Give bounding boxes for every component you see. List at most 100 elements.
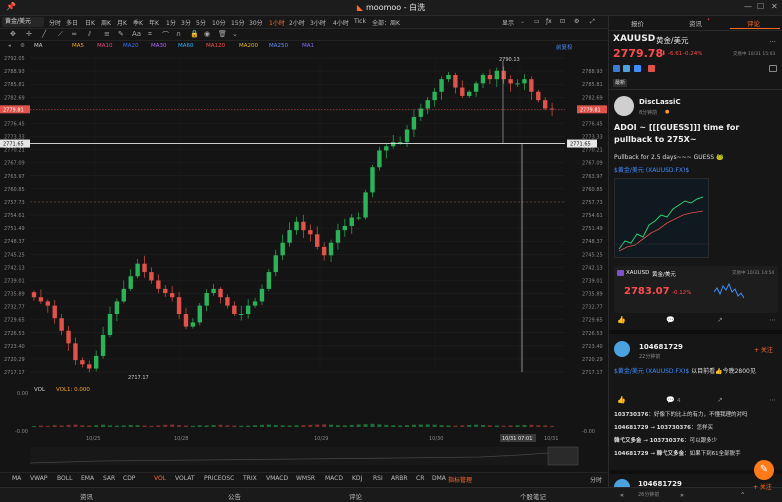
follow-button[interactable]: + 关注 xyxy=(754,345,773,354)
comment-user[interactable]: 韓弋又多金 xyxy=(614,438,642,444)
symbol-tab[interactable]: 黄金/美元 xyxy=(2,17,44,27)
navigator-window[interactable] xyxy=(547,446,579,466)
period-tab[interactable]: 5分 xyxy=(196,18,206,27)
period-tab[interactable]: 1分 xyxy=(166,18,176,27)
trash-icon[interactable]: 🗑 xyxy=(218,30,227,38)
more-icon[interactable]: ⋯ xyxy=(769,396,776,404)
indicator-tab[interactable]: WMSR xyxy=(296,475,315,482)
comment-row[interactable]: 104681729 → 103730376：怎样买 xyxy=(614,422,780,435)
quote-card[interactable]: XAUUSD 黄金/美元 交易中 10/31 14:54 2783.07 -0.… xyxy=(614,266,778,313)
maximize-icon[interactable]: ☐ xyxy=(757,2,764,11)
share-icon[interactable]: ↗ xyxy=(717,316,723,324)
settings-icon[interactable]: ⚙ xyxy=(574,18,579,25)
ma-legend-item[interactable]: MA250 xyxy=(269,43,288,49)
nav-announcements[interactable]: 公告 xyxy=(228,491,241,501)
ray-icon[interactable]: ⟋ xyxy=(58,30,63,39)
arc-icon[interactable]: ⌒ xyxy=(162,30,169,40)
share-icon[interactable] xyxy=(613,65,620,72)
ma-legend-item[interactable]: MA60 xyxy=(178,43,194,49)
crosshair-icon[interactable]: ✛ xyxy=(26,30,32,38)
nav-news[interactable]: 资讯 xyxy=(80,491,93,501)
period-tab[interactable]: 全部：周K xyxy=(372,18,400,27)
period-tab[interactable]: 分时 xyxy=(49,18,61,27)
indicator-tab[interactable]: VMACD xyxy=(266,475,288,482)
post-title[interactable]: ADOI ~ [[[GUESS]]] time for pullback to … xyxy=(614,122,780,146)
comment-user[interactable]: 104681729 xyxy=(614,425,648,431)
tab-comments[interactable]: 评论 xyxy=(747,18,760,28)
like-icon[interactable]: 👍 xyxy=(617,396,626,404)
link-icon[interactable] xyxy=(634,65,641,72)
magnet-icon[interactable]: ∩ xyxy=(176,30,181,38)
period-tab[interactable]: 2小时 xyxy=(289,18,305,27)
indicator-tab[interactable]: PRICEOSC xyxy=(204,475,234,482)
comment-user[interactable]: 103730376 xyxy=(614,412,648,418)
price-chart[interactable]: 2792.052788.932785.812782.692779.572776.… xyxy=(0,52,608,387)
settings-icon[interactable]: ⚙ xyxy=(20,43,25,49)
avatar[interactable] xyxy=(614,96,634,116)
comment-reply-to[interactable]: 103730376 xyxy=(650,438,684,444)
indicator-tab[interactable]: ARBR xyxy=(391,475,408,482)
period-tab[interactable]: 4小时 xyxy=(333,18,349,27)
indicator-tab[interactable]: CR xyxy=(416,475,424,482)
like-icon[interactable]: 👍 xyxy=(617,316,626,324)
indicator-icon[interactable]: ƒx xyxy=(546,18,552,25)
comment-icon[interactable]: 💬 xyxy=(666,316,675,324)
period-tab[interactable]: 10分 xyxy=(212,18,226,27)
comment-row[interactable]: 韓弋又多金 → 103730376：可以跟多少 xyxy=(614,435,780,448)
comment-row[interactable]: 103730376：好像下的比上的有力，不懂我理的对吗 xyxy=(614,409,780,422)
post-stock-tag[interactable]: $黄金/美元 (XAUUSD.FX)$ xyxy=(614,165,689,174)
chevron-right-icon[interactable]: » xyxy=(680,491,684,499)
period-tab[interactable]: 年K xyxy=(149,18,159,27)
ma-legend-item[interactable]: MA1 xyxy=(302,43,314,49)
line-icon[interactable]: ╱ xyxy=(42,30,46,38)
channel-icon[interactable]: ⫽ xyxy=(88,30,91,39)
period-tab[interactable]: 日K xyxy=(85,18,95,27)
indicator-tab[interactable]: TRIX xyxy=(243,475,257,482)
period-tab[interactable]: 1小时 xyxy=(269,18,285,27)
ma-legend-item[interactable]: MA200 xyxy=(239,43,258,49)
latest-tag[interactable]: 最新 xyxy=(613,79,628,87)
lock-icon[interactable]: 🔒 xyxy=(190,30,199,38)
period-tab[interactable]: 3小时 xyxy=(310,18,326,27)
ma-legend-item[interactable]: MA5 xyxy=(72,43,84,49)
fullscreen-icon[interactable]: ⤢ xyxy=(590,18,595,26)
adjust-label[interactable]: 前复权 xyxy=(556,43,573,51)
edit-icon[interactable] xyxy=(769,65,777,72)
text-icon[interactable]: Aa xyxy=(132,30,141,38)
chevron-icon[interactable]: ◂ xyxy=(8,43,11,49)
indicator-tab[interactable]: MA xyxy=(12,475,21,482)
ma-legend-item[interactable]: MA10 xyxy=(97,43,113,49)
indicator-tab[interactable]: VOLAT xyxy=(175,475,195,482)
indicator-tab[interactable]: SAR xyxy=(103,475,115,482)
chevron-down-icon[interactable]: ⌄ xyxy=(520,18,525,25)
eye-icon[interactable]: ◉ xyxy=(204,30,210,38)
period-tab[interactable]: Tick xyxy=(354,18,366,25)
post-username[interactable]: DiscLassiC xyxy=(639,98,681,106)
nav-comments[interactable]: 评论 xyxy=(349,491,362,501)
indicator-tab[interactable]: BOLL xyxy=(57,475,72,482)
copy-icon[interactable] xyxy=(623,65,630,72)
indicator-tab[interactable]: VOL xyxy=(154,475,166,482)
pen-icon[interactable]: ✎ xyxy=(118,30,124,38)
candlestick-chart[interactable]: 2792.052788.932785.812782.692779.572776.… xyxy=(0,52,608,387)
volume-chart[interactable]: 0.00 -0.00 -0.00 10/25 10/28 10/29 10/30 10/31 … xyxy=(0,387,608,466)
move-icon[interactable]: ✥ xyxy=(10,30,16,38)
indicator-tab[interactable]: RSI xyxy=(373,475,383,482)
post-stock-tag[interactable]: $黄金/美元 (XAUUSD.FX)$ xyxy=(614,368,689,375)
indicator-tab[interactable]: CDP xyxy=(123,475,135,482)
avatar[interactable] xyxy=(614,479,630,487)
comment-reply-to[interactable]: 103730376 xyxy=(657,425,691,431)
post-image[interactable] xyxy=(614,178,710,258)
timeshare-tab[interactable]: 分时 xyxy=(590,475,602,484)
hline-icon[interactable]: ═ xyxy=(72,30,76,38)
post-username[interactable]: 104681729 xyxy=(639,343,683,351)
tab-news[interactable]: 资讯 xyxy=(689,18,702,28)
indicator-tab[interactable]: KDJ xyxy=(352,475,362,482)
minimize-icon[interactable]: — xyxy=(744,2,752,11)
indicator-tab[interactable]: MACD xyxy=(325,475,343,482)
period-tab[interactable]: 季K xyxy=(133,18,143,27)
indicator-tab[interactable]: DMA xyxy=(432,475,446,482)
chevron-left-icon[interactable]: « xyxy=(620,491,624,499)
gift-icon[interactable] xyxy=(648,65,655,72)
tab-quote[interactable]: 报价 xyxy=(631,18,644,28)
